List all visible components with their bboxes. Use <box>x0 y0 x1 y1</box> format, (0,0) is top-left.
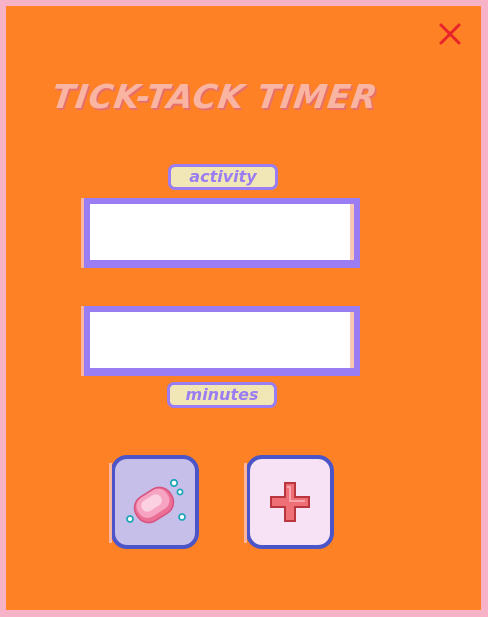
activity-field-frame <box>81 198 360 268</box>
activity-label: activity <box>168 164 278 190</box>
plus-icon <box>270 482 310 522</box>
minutes-field-frame <box>81 306 360 376</box>
minutes-label: minutes <box>167 382 277 408</box>
close-icon <box>439 23 461 45</box>
activity-input[interactable] <box>90 204 354 260</box>
soap-icon <box>126 478 186 524</box>
minutes-input[interactable] <box>90 312 354 368</box>
app-title: TICK-TACK TIMER <box>49 77 381 116</box>
close-button[interactable] <box>434 18 466 50</box>
clear-button[interactable] <box>109 455 199 549</box>
add-button[interactable] <box>244 455 334 549</box>
